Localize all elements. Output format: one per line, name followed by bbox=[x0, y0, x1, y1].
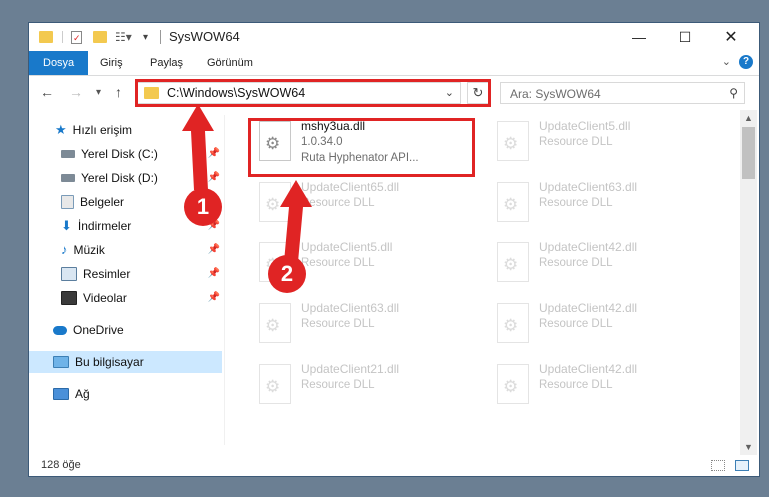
annotation-arrows bbox=[182, 104, 312, 262]
arrow-to-file bbox=[280, 180, 312, 262]
arrow-to-address bbox=[182, 104, 214, 190]
step-badge-2: 2 bbox=[268, 255, 306, 293]
step-badge-1: 1 bbox=[184, 188, 222, 226]
